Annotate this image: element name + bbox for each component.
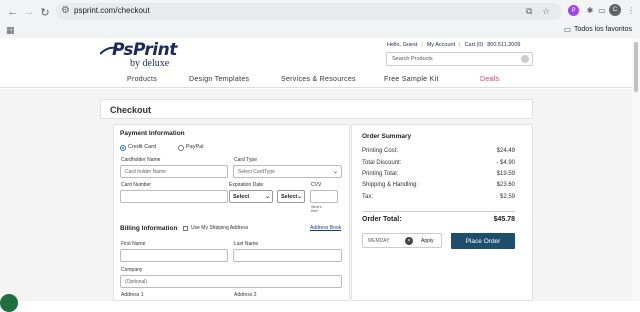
site-header: PsPrint by deluxe Hello, Guest | My Acco… [0,38,632,74]
cardholder-label: Cardholder Name [121,157,161,163]
back-arrow-icon[interactable]: ← [6,5,20,19]
payment-section-title: Payment Information [120,130,185,137]
credit-card-radio[interactable] [120,145,126,151]
install-app-icon[interactable]: ⧉ [526,6,532,17]
more-menu-icon[interactable]: ⋮ [625,4,637,16]
browser-toolbar: ← → ↻ ⚙ psprint.com/checkout ⧉ ☆ P ✱ ▭ C… [0,0,640,38]
page-title: Checkout [110,105,152,115]
extensions-puzzle-icon[interactable]: ✱ [584,4,596,16]
paypal-radio[interactable] [178,145,184,151]
address-bar[interactable]: ⚙ psprint.com/checkout ⧉ ☆ [56,3,562,20]
cvv-help-link[interactable]: What's this? [311,205,325,213]
site-info-icon[interactable]: ⚙ [61,5,70,16]
split-view-icon[interactable]: ▭ [596,4,608,16]
place-order-button[interactable]: Place Order [451,233,515,249]
apps-grid-icon[interactable]: ▦ [6,25,15,36]
forward-arrow-icon[interactable]: → [22,5,36,19]
address2-label: Address 2 [234,292,257,298]
chat-widget-icon[interactable] [0,294,18,312]
bookmarks-bar: ▦ ▭ Todos los favoritos [0,22,640,38]
order-total-row: Order Total: $45.78 [362,216,515,223]
phone-number: 800.511.2009 [487,42,521,48]
search-icon[interactable] [521,55,529,63]
summary-row: Shipping & Handling: $23.60 [362,182,515,188]
company-input[interactable]: (Optional) [120,275,342,288]
bookmark-star-icon[interactable]: ☆ [542,6,550,17]
use-shipping-checkbox[interactable] [183,226,188,231]
nav-deals[interactable]: Deals [480,76,499,83]
first-name-input[interactable] [120,249,228,262]
company-label: Company [121,267,143,273]
checkout-form-panel: Payment Information Credit Card PayPal C… [113,124,350,301]
site-search-input[interactable]: Search Products [386,52,533,66]
last-name-input[interactable] [233,249,342,262]
checkout-header: Checkout [100,99,533,119]
billing-section-title: Billing Information [120,225,178,232]
summary-row: Tax: $2.59 [362,194,515,200]
first-name-label: First Name [121,241,146,247]
cvv-label: CVV [311,182,322,188]
promo-code-input[interactable]: MEMDAY × Apply [362,233,442,248]
bookmarks-folder[interactable]: ▭ Todos los favoritos [563,25,632,34]
cart-link[interactable]: Cart (0) [465,42,484,48]
address-url[interactable]: psprint.com/checkout [74,6,150,15]
summary-row: Total Discount: - $4.90 [362,160,515,166]
cardholder-input[interactable]: Card holder Name [120,165,228,178]
address1-label: Address 1 [121,292,144,298]
paypal-label[interactable]: PayPal [186,144,203,150]
scrollbar-thumb[interactable] [634,42,638,92]
extension-profile-icon[interactable]: P [568,5,579,16]
expiration-year-select[interactable]: Select ⌄ [277,190,305,203]
chevron-down-icon: ⌄ [264,194,270,200]
chevron-down-icon: ⌄ [296,194,302,200]
reload-icon[interactable]: ↻ [38,5,52,19]
logo-text: PsPrint [112,40,177,60]
nav-design-templates[interactable]: Design Templates [189,76,249,83]
psprint-logo[interactable]: PsPrint by deluxe [100,40,200,70]
nav-free-sample-kit[interactable]: Free Sample Kit [384,76,439,83]
main-nav: Products Design Templates Services & Res… [0,74,632,88]
last-name-label: Last Name [234,241,259,247]
address-book-link[interactable]: Address Book [310,225,341,231]
summary-row: Printing Total: $19.59 [362,171,515,177]
summary-divider [362,211,515,212]
cvv-input[interactable] [310,190,338,203]
nav-products[interactable]: Products [127,76,157,83]
card-number-input[interactable] [120,190,228,203]
logo-subtext: by deluxe [130,58,170,69]
nav-services-resources[interactable]: Services & Resources [281,76,356,83]
my-account-link[interactable]: My Account [427,42,455,48]
card-type-label: Card Type [234,157,257,163]
account-links: Hello, Guest | My Account | Cart (0) 800… [387,42,521,48]
clear-promo-icon[interactable]: × [405,237,413,245]
credit-card-label[interactable]: Credit Card [128,144,156,150]
card-type-select[interactable]: Select CardType ⌄ [233,165,342,178]
expiration-month-select[interactable]: Select ⌄ [229,190,273,203]
order-total-value: $45.78 [493,216,515,223]
summary-row: Printing Cost: $24.49 [362,148,515,154]
folder-icon: ▭ [563,25,572,34]
chevron-down-icon: ⌄ [332,169,338,175]
order-summary-panel: Order Summary Printing Cost: $24.49 Tota… [351,124,533,301]
greeting: Hello, Guest [387,42,418,48]
use-shipping-label[interactable]: Use My Shipping Address [191,225,248,231]
expiration-label: Expiration Date [229,182,264,188]
order-summary-title: Order Summary [362,133,412,140]
card-number-label: Card Number [121,182,152,188]
page-scrollbar[interactable] [632,38,640,301]
avatar[interactable]: C [609,4,621,16]
apply-promo-button[interactable]: Apply [421,238,434,244]
